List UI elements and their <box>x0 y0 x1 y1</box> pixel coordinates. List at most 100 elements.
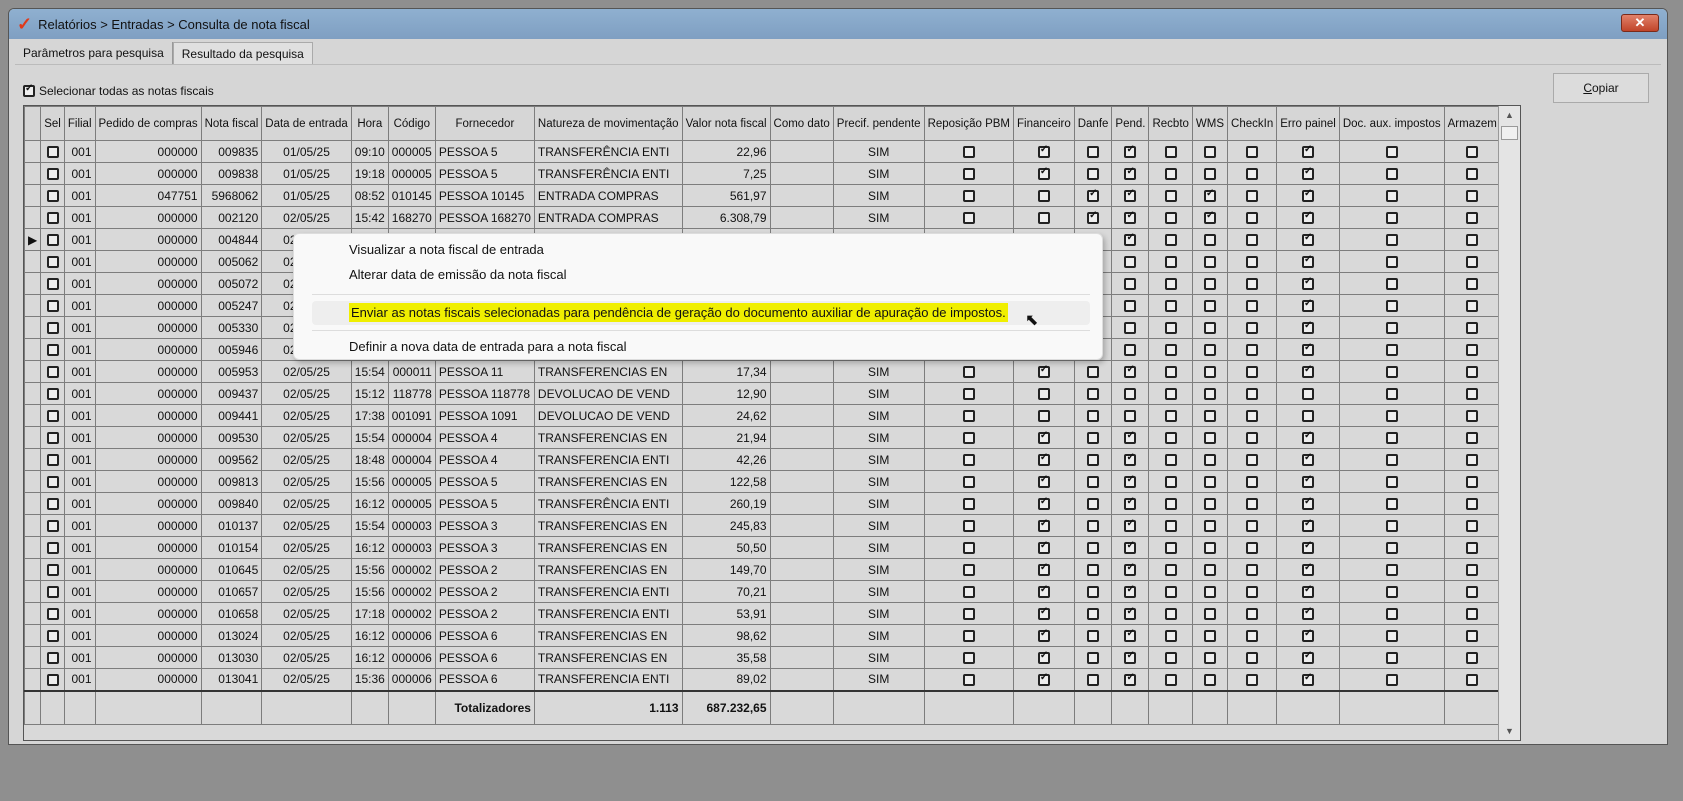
flag-cell[interactable] <box>1443 140 1501 163</box>
checkbox[interactable] <box>1302 210 1315 225</box>
column-header[interactable] <box>24 106 42 141</box>
checkbox[interactable] <box>46 410 59 423</box>
flag-cell[interactable] <box>1148 602 1193 625</box>
checkbox[interactable] <box>1164 146 1177 159</box>
flag-cell[interactable] <box>1443 646 1501 669</box>
checkbox[interactable] <box>1385 234 1398 247</box>
flag-cell[interactable] <box>923 514 1015 537</box>
checkbox[interactable] <box>962 586 975 599</box>
row-header[interactable] <box>24 602 42 625</box>
checkbox[interactable] <box>46 564 59 577</box>
sel-cell[interactable] <box>40 426 65 449</box>
checkbox[interactable] <box>1246 344 1259 357</box>
flag-cell[interactable] <box>1111 206 1150 229</box>
copy-button[interactable]: Copiar <box>1553 73 1649 103</box>
flag-cell[interactable] <box>1191 250 1229 273</box>
checkbox[interactable] <box>1087 630 1100 643</box>
checkbox[interactable] <box>1164 520 1177 533</box>
checkbox[interactable] <box>1302 474 1315 489</box>
checkbox[interactable] <box>1246 674 1259 687</box>
table-row[interactable]: 001 000000 009441 02/05/25 17:38 001091 PESSOA… <box>24 404 1520 427</box>
flag-cell[interactable] <box>1443 404 1501 427</box>
flag-cell[interactable] <box>1111 558 1150 581</box>
checkbox[interactable] <box>1246 630 1259 643</box>
checkbox[interactable] <box>1246 300 1259 313</box>
flag-cell[interactable] <box>923 558 1015 581</box>
flag-cell[interactable] <box>1443 448 1501 471</box>
sel-cell[interactable] <box>40 338 65 361</box>
flag-cell[interactable] <box>1276 404 1340 427</box>
flag-cell[interactable] <box>1276 448 1340 471</box>
checkbox[interactable] <box>46 256 59 269</box>
menu-item-definir-data-entrada[interactable]: Definir a nova data de entrada para a no… <box>349 335 627 359</box>
flag-cell[interactable] <box>923 426 1015 449</box>
checkbox[interactable] <box>1203 542 1216 555</box>
checkbox[interactable] <box>1302 188 1315 203</box>
checkbox[interactable] <box>1203 256 1216 269</box>
flag-cell[interactable] <box>1338 580 1445 603</box>
flag-cell[interactable] <box>1227 162 1278 185</box>
checkbox[interactable] <box>1246 366 1259 379</box>
sel-cell[interactable] <box>40 602 65 625</box>
checkbox[interactable] <box>1466 168 1479 181</box>
flag-cell[interactable] <box>1276 140 1340 163</box>
flag-cell[interactable] <box>923 206 1015 229</box>
checkbox[interactable] <box>1302 232 1315 247</box>
flag-cell[interactable] <box>1073 624 1113 647</box>
checkbox[interactable] <box>1087 476 1100 489</box>
checkbox[interactable] <box>962 432 975 445</box>
flag-cell[interactable] <box>1227 448 1278 471</box>
flag-cell[interactable] <box>1338 294 1445 317</box>
checkbox[interactable] <box>46 432 59 445</box>
flag-cell[interactable] <box>1013 206 1075 229</box>
checkbox[interactable] <box>1246 432 1259 445</box>
flag-cell[interactable] <box>1443 492 1501 515</box>
checkbox[interactable] <box>1124 672 1137 687</box>
checkbox[interactable] <box>1124 166 1137 181</box>
checkbox[interactable] <box>1087 146 1100 159</box>
checkbox[interactable] <box>1246 322 1259 335</box>
checkbox[interactable] <box>1087 542 1100 555</box>
column-header[interactable]: Doc. aux. impostos <box>1338 106 1445 141</box>
checkbox[interactable] <box>46 630 59 643</box>
flag-cell[interactable] <box>1338 404 1445 427</box>
flag-cell[interactable] <box>1227 646 1278 669</box>
flag-cell[interactable] <box>1443 558 1501 581</box>
flag-cell[interactable] <box>1013 470 1075 493</box>
column-header[interactable]: Filial <box>63 106 96 141</box>
column-header[interactable]: Como dato <box>769 106 834 141</box>
flag-cell[interactable] <box>1191 536 1229 559</box>
flag-cell[interactable] <box>1443 382 1501 405</box>
flag-cell[interactable] <box>1338 426 1445 449</box>
checkbox[interactable] <box>1302 254 1315 269</box>
checkbox[interactable] <box>1466 366 1479 379</box>
sel-cell[interactable] <box>40 668 65 691</box>
checkbox[interactable] <box>962 608 975 621</box>
row-header[interactable] <box>24 448 42 471</box>
row-header[interactable] <box>24 250 42 273</box>
checkbox[interactable] <box>1385 498 1398 511</box>
checkbox[interactable] <box>46 388 59 401</box>
flag-cell[interactable] <box>923 448 1015 471</box>
select-all-checkbox[interactable]: Selecionar todas as notas fiscais <box>23 83 214 98</box>
checkbox[interactable] <box>1466 630 1479 643</box>
checkbox[interactable] <box>1466 608 1479 621</box>
flag-cell[interactable] <box>1338 338 1445 361</box>
flag-cell[interactable] <box>1013 140 1075 163</box>
checkbox[interactable] <box>1087 674 1100 687</box>
checkbox[interactable] <box>1203 146 1216 159</box>
flag-cell[interactable] <box>1073 426 1113 449</box>
checkbox[interactable] <box>1037 410 1050 423</box>
flag-cell[interactable] <box>1443 228 1501 251</box>
checkbox[interactable] <box>1164 344 1177 357</box>
flag-cell[interactable] <box>1276 382 1340 405</box>
checkbox[interactable] <box>1302 364 1315 379</box>
checkbox[interactable] <box>1124 256 1137 269</box>
flag-cell[interactable] <box>1443 536 1501 559</box>
flag-cell[interactable] <box>1148 162 1193 185</box>
checkbox[interactable] <box>1466 586 1479 599</box>
checkbox[interactable] <box>1164 608 1177 621</box>
checkbox[interactable] <box>1385 388 1398 401</box>
flag-cell[interactable] <box>1276 668 1340 691</box>
checkbox[interactable] <box>46 476 59 489</box>
